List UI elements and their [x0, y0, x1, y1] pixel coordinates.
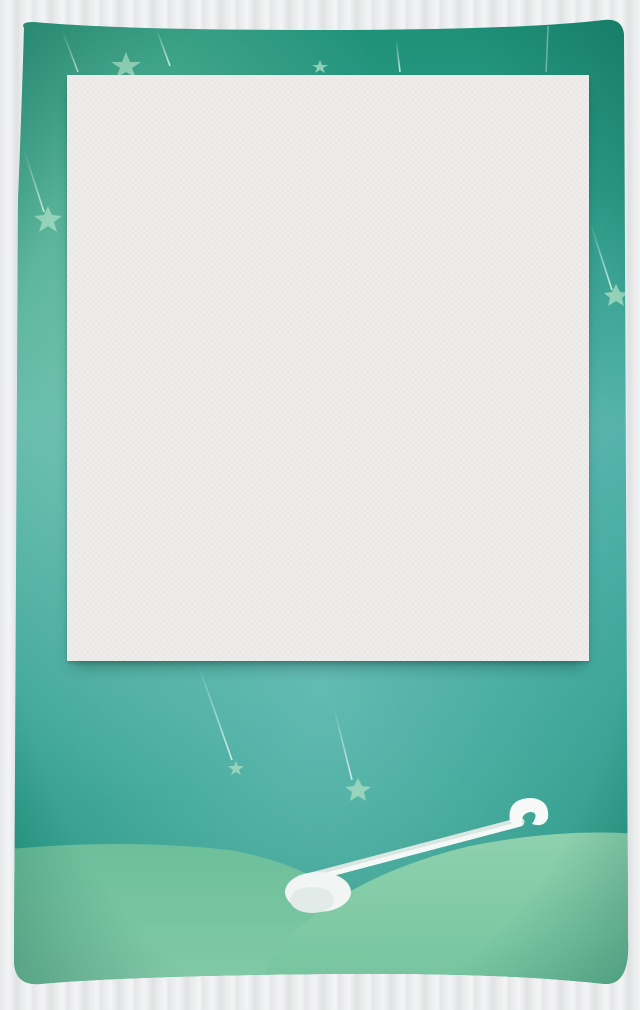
photo-panel	[67, 75, 589, 661]
